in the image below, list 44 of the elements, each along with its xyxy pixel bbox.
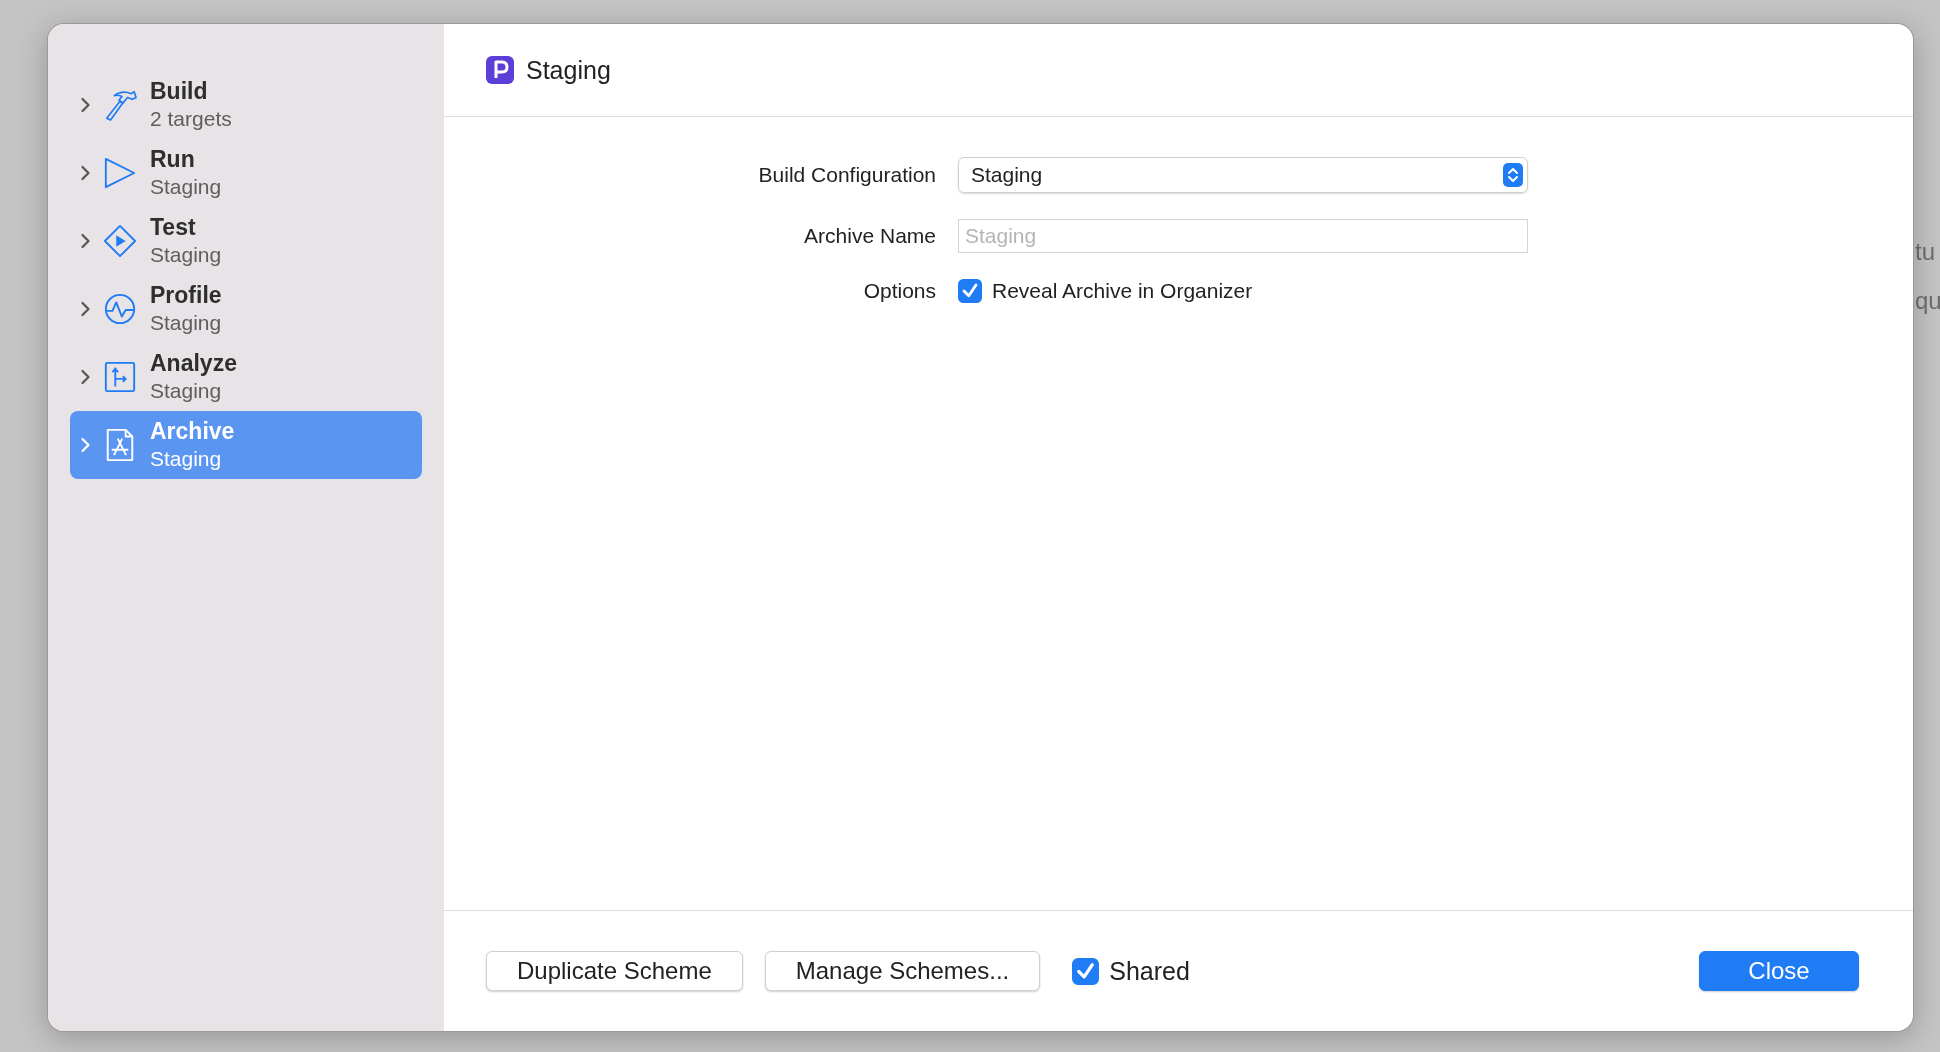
manage-schemes-button[interactable]: Manage Schemes... [764, 951, 1041, 991]
scheme-title: Staging [526, 55, 611, 85]
play-icon [103, 156, 137, 190]
scheme-icon [486, 56, 514, 84]
sidebar-item[interactable]: Analyze Staging [70, 343, 422, 411]
sidebar-item[interactable]: Profile Staging [70, 275, 422, 343]
gauge-wave-icon [103, 292, 137, 326]
field-label: Build Configuration [758, 163, 936, 187]
item-subtitle: Staging [150, 446, 223, 472]
item-title: Analyze [150, 350, 237, 377]
item-subtitle: Staging [150, 242, 222, 268]
background-text: qu [1915, 287, 1940, 315]
chevron-icon[interactable] [80, 165, 91, 181]
hammer-icon [103, 88, 137, 122]
item-title: Run [150, 146, 196, 173]
chevron-icon[interactable] [80, 97, 91, 113]
chevron-icon[interactable] [80, 233, 91, 249]
shared-checkbox[interactable] [1072, 957, 1100, 985]
item-subtitle: 2 targets [150, 106, 232, 132]
checkbox-label: Shared [1109, 956, 1190, 986]
archive-name-field[interactable]: Staging [958, 219, 1528, 253]
analyze-icon [103, 360, 137, 394]
sidebar-item[interactable]: Build 2 targets [70, 71, 422, 139]
stepper-icon [1503, 163, 1523, 187]
item-title: Build [150, 78, 209, 105]
item-title: Test [150, 214, 197, 241]
checkbox[interactable] [958, 279, 982, 303]
item-subtitle: Staging [150, 310, 222, 336]
background-text: tu [1915, 238, 1935, 266]
field-label: Options [863, 279, 936, 303]
diamond-play-icon [103, 224, 137, 258]
item-title: Archive [150, 418, 235, 445]
configuration-popup[interactable]: Staging [958, 157, 1528, 193]
field-label: Archive Name [804, 224, 936, 248]
sidebar-item[interactable]: Run Staging [70, 139, 422, 207]
item-subtitle: Staging [150, 378, 223, 404]
sidebar-item[interactable]: Test Staging [70, 207, 422, 275]
chevron-icon[interactable] [80, 301, 91, 317]
item-title: Profile [150, 282, 222, 309]
duplicate-scheme-button[interactable]: Duplicate Scheme [486, 951, 743, 991]
close-button[interactable]: Close [1699, 951, 1859, 991]
item-subtitle: Staging [150, 174, 222, 200]
chevron-icon[interactable] [80, 369, 91, 385]
checkbox-label: Reveal Archive in Organizer [992, 279, 1253, 303]
